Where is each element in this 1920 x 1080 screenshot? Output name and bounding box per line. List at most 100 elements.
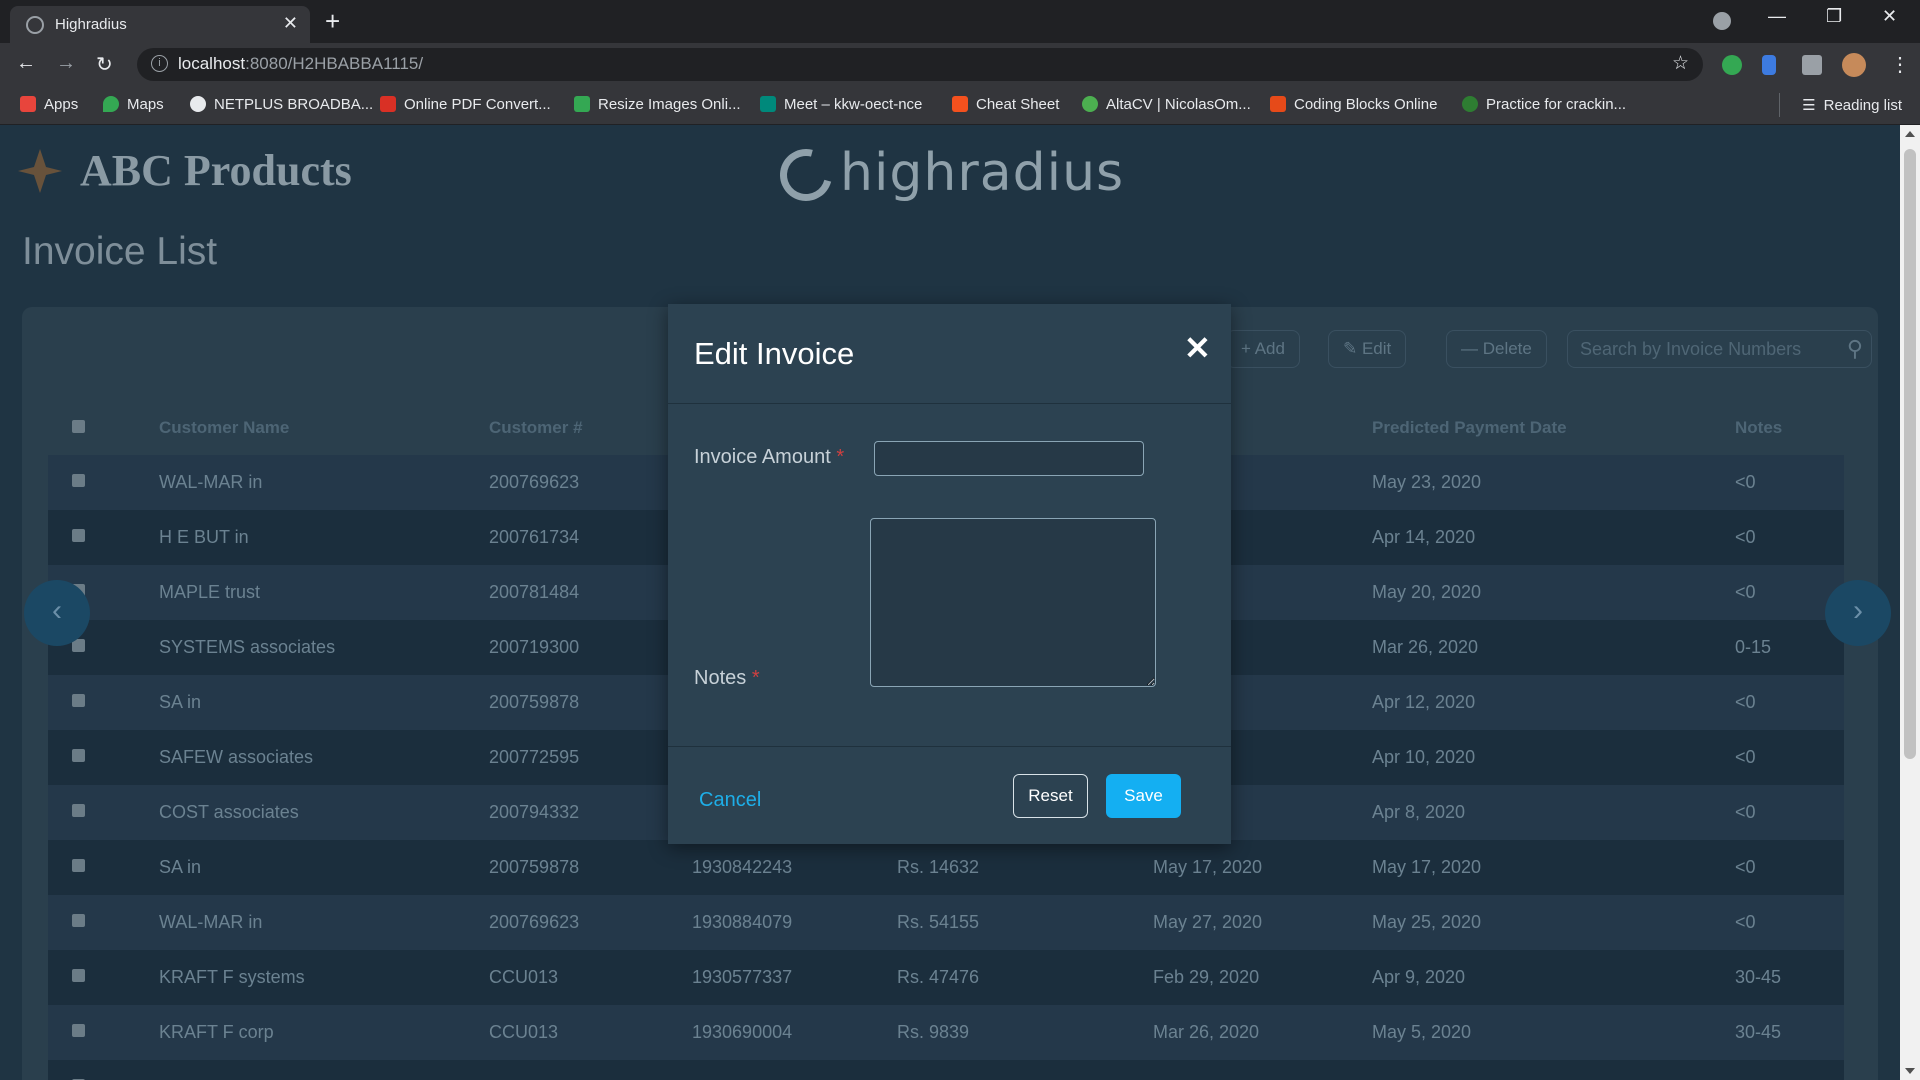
cell-customer-name: WAL-MAR in [159, 472, 263, 492]
extension-wave-icon[interactable] [1762, 55, 1776, 75]
row-checkbox[interactable] [72, 914, 85, 927]
cell-customer-number: 200719300 [489, 637, 580, 657]
scroll-up-icon[interactable] [1905, 131, 1915, 137]
row-checkbox[interactable] [72, 1024, 85, 1037]
bookmark-maps[interactable]: Maps [103, 96, 164, 113]
scrollbar-thumb[interactable] [1904, 149, 1916, 759]
row-checkbox[interactable] [72, 804, 85, 817]
minimize-icon[interactable]: — [1768, 6, 1786, 27]
row-checkbox[interactable] [72, 694, 85, 707]
cell-due-date: May 17, 2020 [1153, 857, 1263, 877]
row-checkbox[interactable] [72, 859, 85, 872]
invoice-search-input[interactable]: Search by Invoice Numbers ⚲ [1567, 330, 1872, 368]
new-tab-button[interactable]: + [325, 6, 340, 37]
row-checkbox[interactable] [72, 474, 85, 487]
apps-grid-icon [20, 96, 36, 112]
save-button[interactable]: Save [1106, 774, 1181, 818]
cell-predicted-date: May 17, 2020 [1372, 857, 1482, 877]
bookmark-coding-blocks[interactable]: Coding Blocks Online [1270, 96, 1437, 113]
site-info-icon[interactable]: i [151, 55, 168, 72]
invoice-amount-label: Invoice Amount * [694, 446, 845, 468]
cell-invoice-amount: Rs. 14632 [897, 857, 980, 877]
bookmark-meet[interactable]: Meet – kkw-oect-nce [760, 96, 922, 113]
header-customer-name[interactable]: Customer Name [159, 418, 289, 438]
row-checkbox[interactable] [72, 969, 85, 982]
menu-kebab-icon[interactable]: ⋮ [1890, 52, 1910, 77]
header-notes[interactable]: Notes [1735, 418, 1782, 438]
table-row[interactable]: WAL-MAR in 200769623 1930884079 Rs. 54155 Ma… [48, 895, 1844, 950]
cell-predicted-date: Apr 12, 2020 [1372, 692, 1476, 712]
cell-invoice-number: 1930690004 [692, 1022, 793, 1042]
cell-customer-number: 200769623 [489, 912, 580, 932]
page: ABC Products highradius Invoice List + A… [0, 125, 1900, 1080]
row-checkbox[interactable] [72, 529, 85, 542]
pdf-icon [380, 96, 396, 112]
maps-pin-icon [103, 96, 119, 112]
bookmark-apps[interactable]: Apps [20, 96, 78, 113]
reading-list-icon: ☰ [1802, 97, 1816, 114]
bookmark-resize[interactable]: Resize Images Onli... [574, 96, 741, 113]
bookmarks-bar: Apps Maps NETPLUS BROADBA... Online PDF … [0, 85, 1920, 125]
back-icon[interactable]: ← [16, 52, 36, 75]
forward-icon[interactable]: → [56, 52, 76, 75]
bookmark-star-icon[interactable]: ☆ [1672, 52, 1689, 75]
search-icon[interactable]: ⚲ [1847, 331, 1863, 367]
cell-customer-number: 200781484 [489, 582, 580, 602]
tab-close-icon[interactable]: ✕ [283, 13, 298, 34]
extension-plus-icon[interactable] [1722, 55, 1742, 75]
leaf-icon [1082, 96, 1098, 112]
bookmark-altacv[interactable]: AltaCV | NicolasOm... [1082, 96, 1251, 113]
cell-notes: <0 [1735, 692, 1756, 712]
bookmark-practice[interactable]: Practice for crackin... [1462, 96, 1626, 113]
header-predicted-payment-date[interactable]: Predicted Payment Date [1372, 418, 1567, 438]
address-bar[interactable]: i localhost:8080/H2HBABBA1115/ ☆ [137, 48, 1703, 81]
tab-search-icon[interactable] [1713, 12, 1731, 30]
cell-customer-name: KRAFT F systems [159, 967, 305, 987]
cell-customer-name: SA in [159, 692, 202, 712]
cell-customer-name: SA in [159, 857, 202, 877]
cell-notes: 30-45 [1735, 967, 1782, 987]
select-all-checkbox[interactable] [72, 420, 85, 433]
restore-icon[interactable]: ❐ [1826, 6, 1842, 27]
add-button[interactable]: + Add [1226, 330, 1300, 368]
table-row[interactable]: KRAFT F systems CCU013 1930577337 Rs. 47476… [48, 950, 1844, 1005]
url-text[interactable]: localhost:8080/H2HBABBA1115/ [178, 54, 423, 74]
cell-predicted-date: Apr 14, 2020 [1372, 527, 1476, 547]
cancel-button[interactable]: Cancel [699, 789, 761, 812]
table-row[interactable]: SA in 200759878 1930842243 Rs. 14632 May 17,… [48, 840, 1844, 895]
bookmark-pdf[interactable]: Online PDF Convert... [380, 96, 551, 113]
search-placeholder: Search by Invoice Numbers [1580, 339, 1802, 359]
header-customer-number[interactable]: Customer # [489, 418, 583, 438]
edit-button[interactable]: ✎ Edit [1328, 330, 1407, 368]
browser-tab[interactable]: Highradius ✕ [10, 6, 310, 43]
notes-textarea[interactable] [870, 518, 1156, 687]
close-icon[interactable]: ✕ [1184, 332, 1211, 364]
prev-page-button[interactable]: ‹ [24, 580, 90, 646]
row-checkbox[interactable] [72, 749, 85, 762]
cell-customer-number: CCU013 [489, 967, 559, 987]
cell-invoice-amount: Rs. 9839 [897, 1022, 970, 1042]
reading-list-button[interactable]: ☰ Reading list [1802, 96, 1902, 114]
bookmark-netplus[interactable]: NETPLUS BROADBA... [190, 96, 373, 113]
reset-button[interactable]: Reset [1013, 774, 1088, 818]
cell-customer-number: 200759878 [489, 692, 580, 712]
bookmark-cheat-sheet[interactable]: Cheat Sheet [952, 96, 1059, 113]
invoice-amount-input[interactable] [874, 441, 1144, 476]
infinity-icon [1462, 96, 1478, 112]
table-row[interactable]: KRAFT F corp CCU013 1930690004 Rs. 9839 Mar … [48, 1005, 1844, 1060]
reload-icon[interactable]: ↻ [96, 52, 113, 77]
cell-customer-number: CCU013 [489, 1022, 559, 1042]
meet-icon [760, 96, 776, 112]
globe-icon [190, 96, 206, 112]
modal-header: Edit Invoice ✕ [668, 304, 1231, 404]
window-close-icon[interactable]: ✕ [1882, 6, 1897, 27]
scroll-down-icon[interactable] [1905, 1068, 1915, 1074]
next-page-button[interactable]: › [1825, 580, 1891, 646]
delete-button[interactable]: — Delete [1446, 330, 1547, 368]
page-scrollbar[interactable] [1900, 125, 1920, 1080]
cell-invoice-number: 1930577337 [692, 967, 793, 987]
profile-avatar[interactable] [1842, 53, 1866, 77]
cell-customer-name: WAL-MAR in [159, 912, 263, 932]
extensions-puzzle-icon[interactable] [1802, 55, 1822, 75]
table-row[interactable]: BJ'S systems2007269791930716601Rs. 551Ap… [48, 1060, 1844, 1080]
